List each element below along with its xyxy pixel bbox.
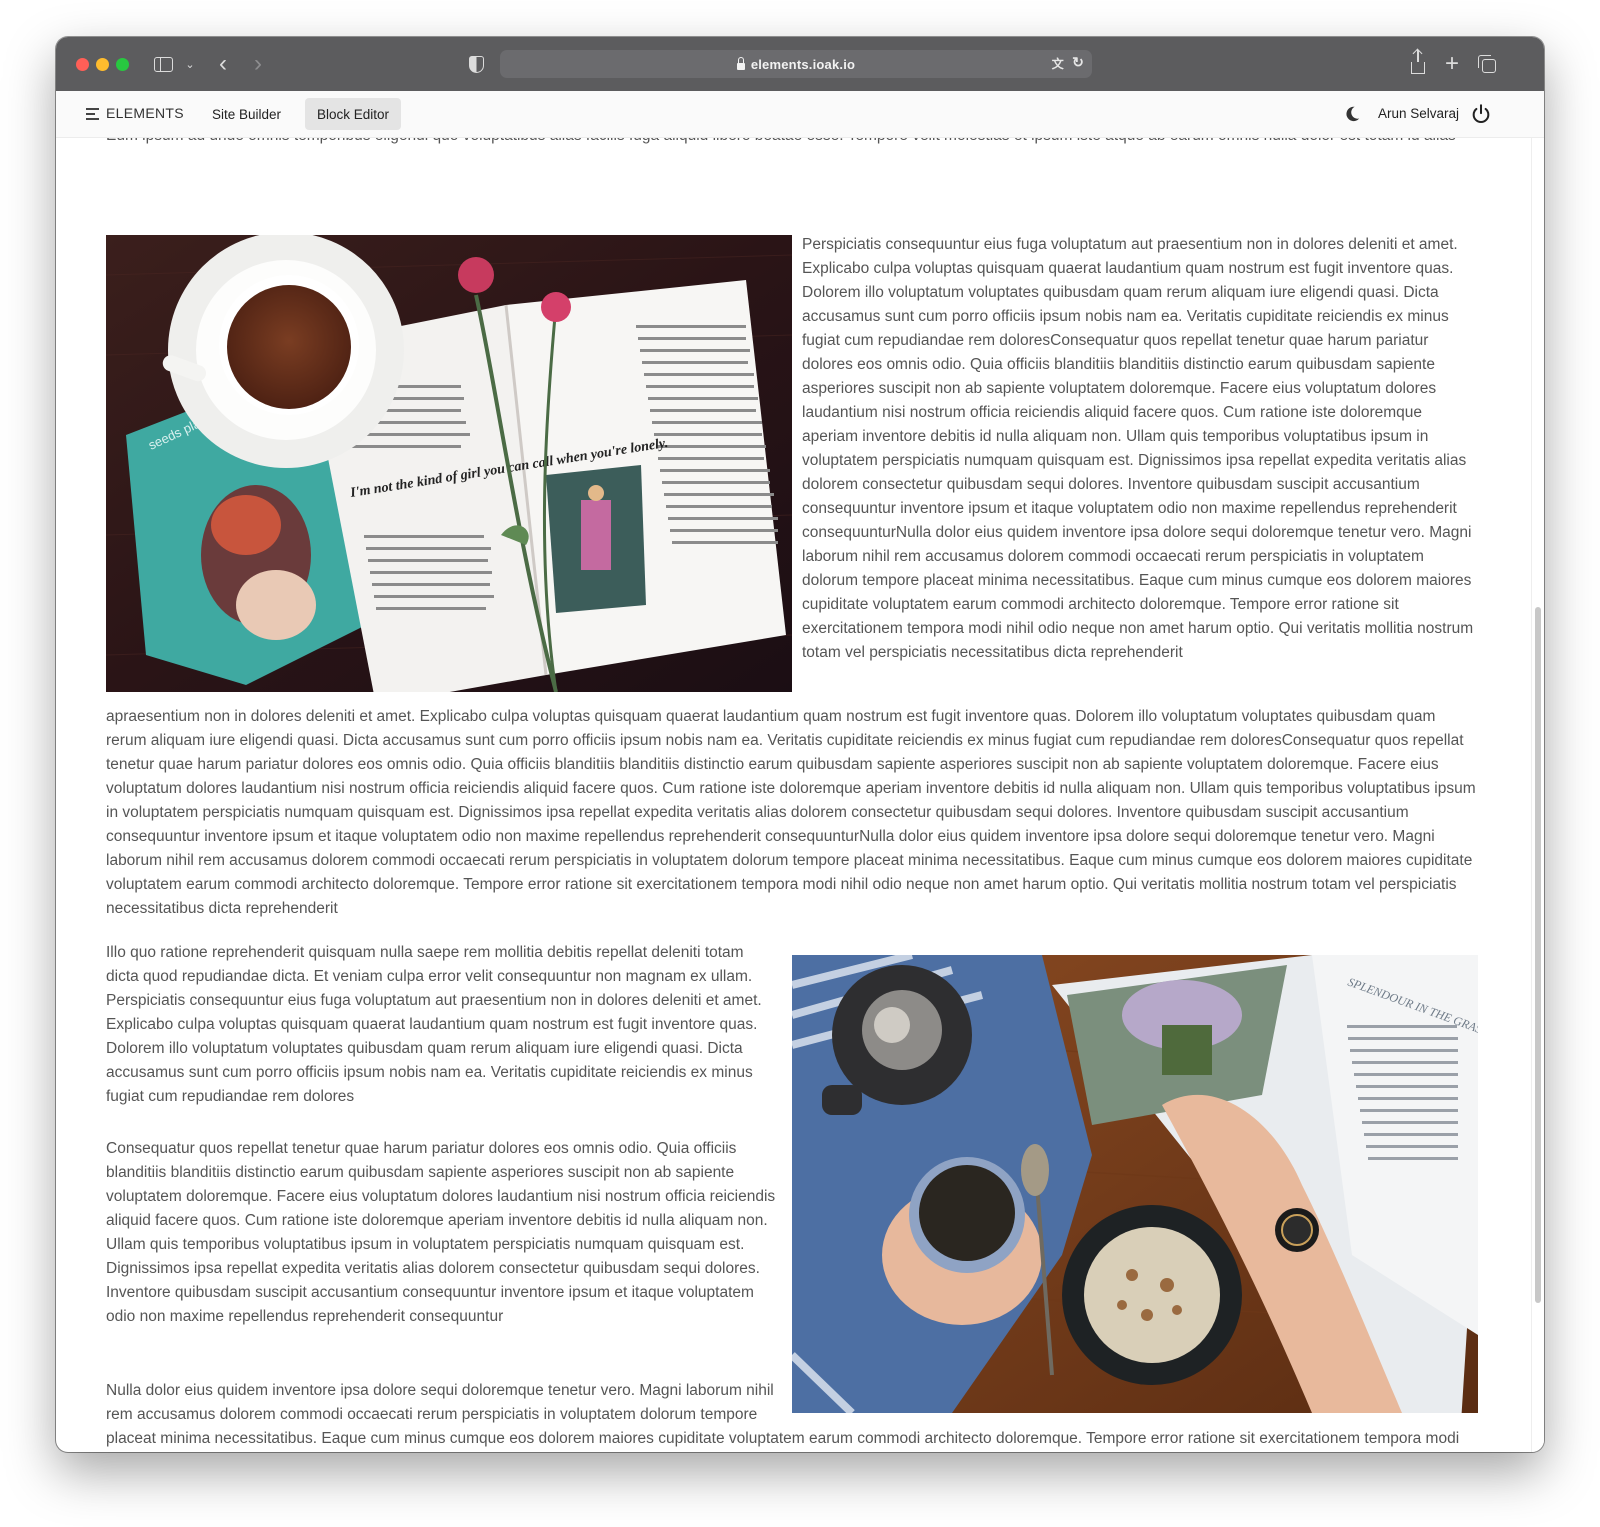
paragraph-left-3-wrapper: Nulla dolor eius quidem inventore ipsa d… xyxy=(106,1379,1476,1452)
chevron-down-icon[interactable]: ⌄ xyxy=(183,51,197,77)
tabs-icon[interactable] xyxy=(1476,51,1498,77)
minimize-window-button[interactable] xyxy=(96,58,109,71)
browser-window: ⌄ ‹ › elements.ioak.io 文 ↻ + ELEMENTS Si… xyxy=(56,37,1544,1452)
sidebar-icon[interactable] xyxy=(153,51,173,77)
browser-toolbar: ⌄ ‹ › elements.ioak.io 文 ↻ + xyxy=(56,37,1544,91)
image-coffee-book: seeds planted in concrete xyxy=(106,235,792,692)
menu-icon[interactable] xyxy=(86,108,99,122)
reload-icon[interactable]: ↻ xyxy=(1072,54,1084,71)
paragraph-intro: Eum ipsum ad unde omnis temporibus elige… xyxy=(106,137,1476,148)
plus-icon[interactable]: + xyxy=(1441,50,1463,77)
chevron-left-icon[interactable]: ‹ xyxy=(213,50,233,77)
zoom-window-button[interactable] xyxy=(116,58,129,71)
nav-site-builder[interactable]: Site Builder xyxy=(200,98,293,130)
editor-content: Eum ipsum ad unde omnis temporibus elige… xyxy=(56,137,1544,1452)
chevron-right-icon[interactable]: › xyxy=(248,50,268,77)
url-text: elements.ioak.io xyxy=(750,56,856,72)
user-name[interactable]: Arun Selvaraj xyxy=(1378,106,1459,121)
nav-block-editor[interactable]: Block Editor xyxy=(305,98,402,130)
theme-icon[interactable] xyxy=(1343,105,1361,123)
brand-logo[interactable]: ELEMENTS xyxy=(106,105,184,121)
paragraph-left-1: Illo quo ratione reprehenderit quisquam … xyxy=(106,944,762,1105)
paragraph-left-2: Consequatur quos repellat tenetur quae h… xyxy=(106,1140,776,1325)
address-bar[interactable]: elements.ioak.io 文 ↻ xyxy=(500,50,1092,78)
scrollbar-thumb[interactable] xyxy=(1535,607,1541,1303)
paragraph-right-1: Perspiciatis consequuntur eius fuga volu… xyxy=(802,236,1474,661)
share-icon[interactable] xyxy=(1408,50,1428,77)
power-icon[interactable] xyxy=(1470,103,1492,125)
app-header: ELEMENTS Site Builder Block Editor Arun … xyxy=(56,91,1544,138)
paragraph-full-2: apraesentium non in dolores deleniti et … xyxy=(106,708,1476,917)
translate-icon[interactable]: 文 xyxy=(1052,55,1064,72)
lock-icon xyxy=(736,56,745,70)
shield-icon[interactable] xyxy=(466,51,486,77)
close-window-button[interactable] xyxy=(76,58,89,71)
image-breakfast-magazine: SPLENDOUR IN THE GRASS xyxy=(792,955,1478,1413)
